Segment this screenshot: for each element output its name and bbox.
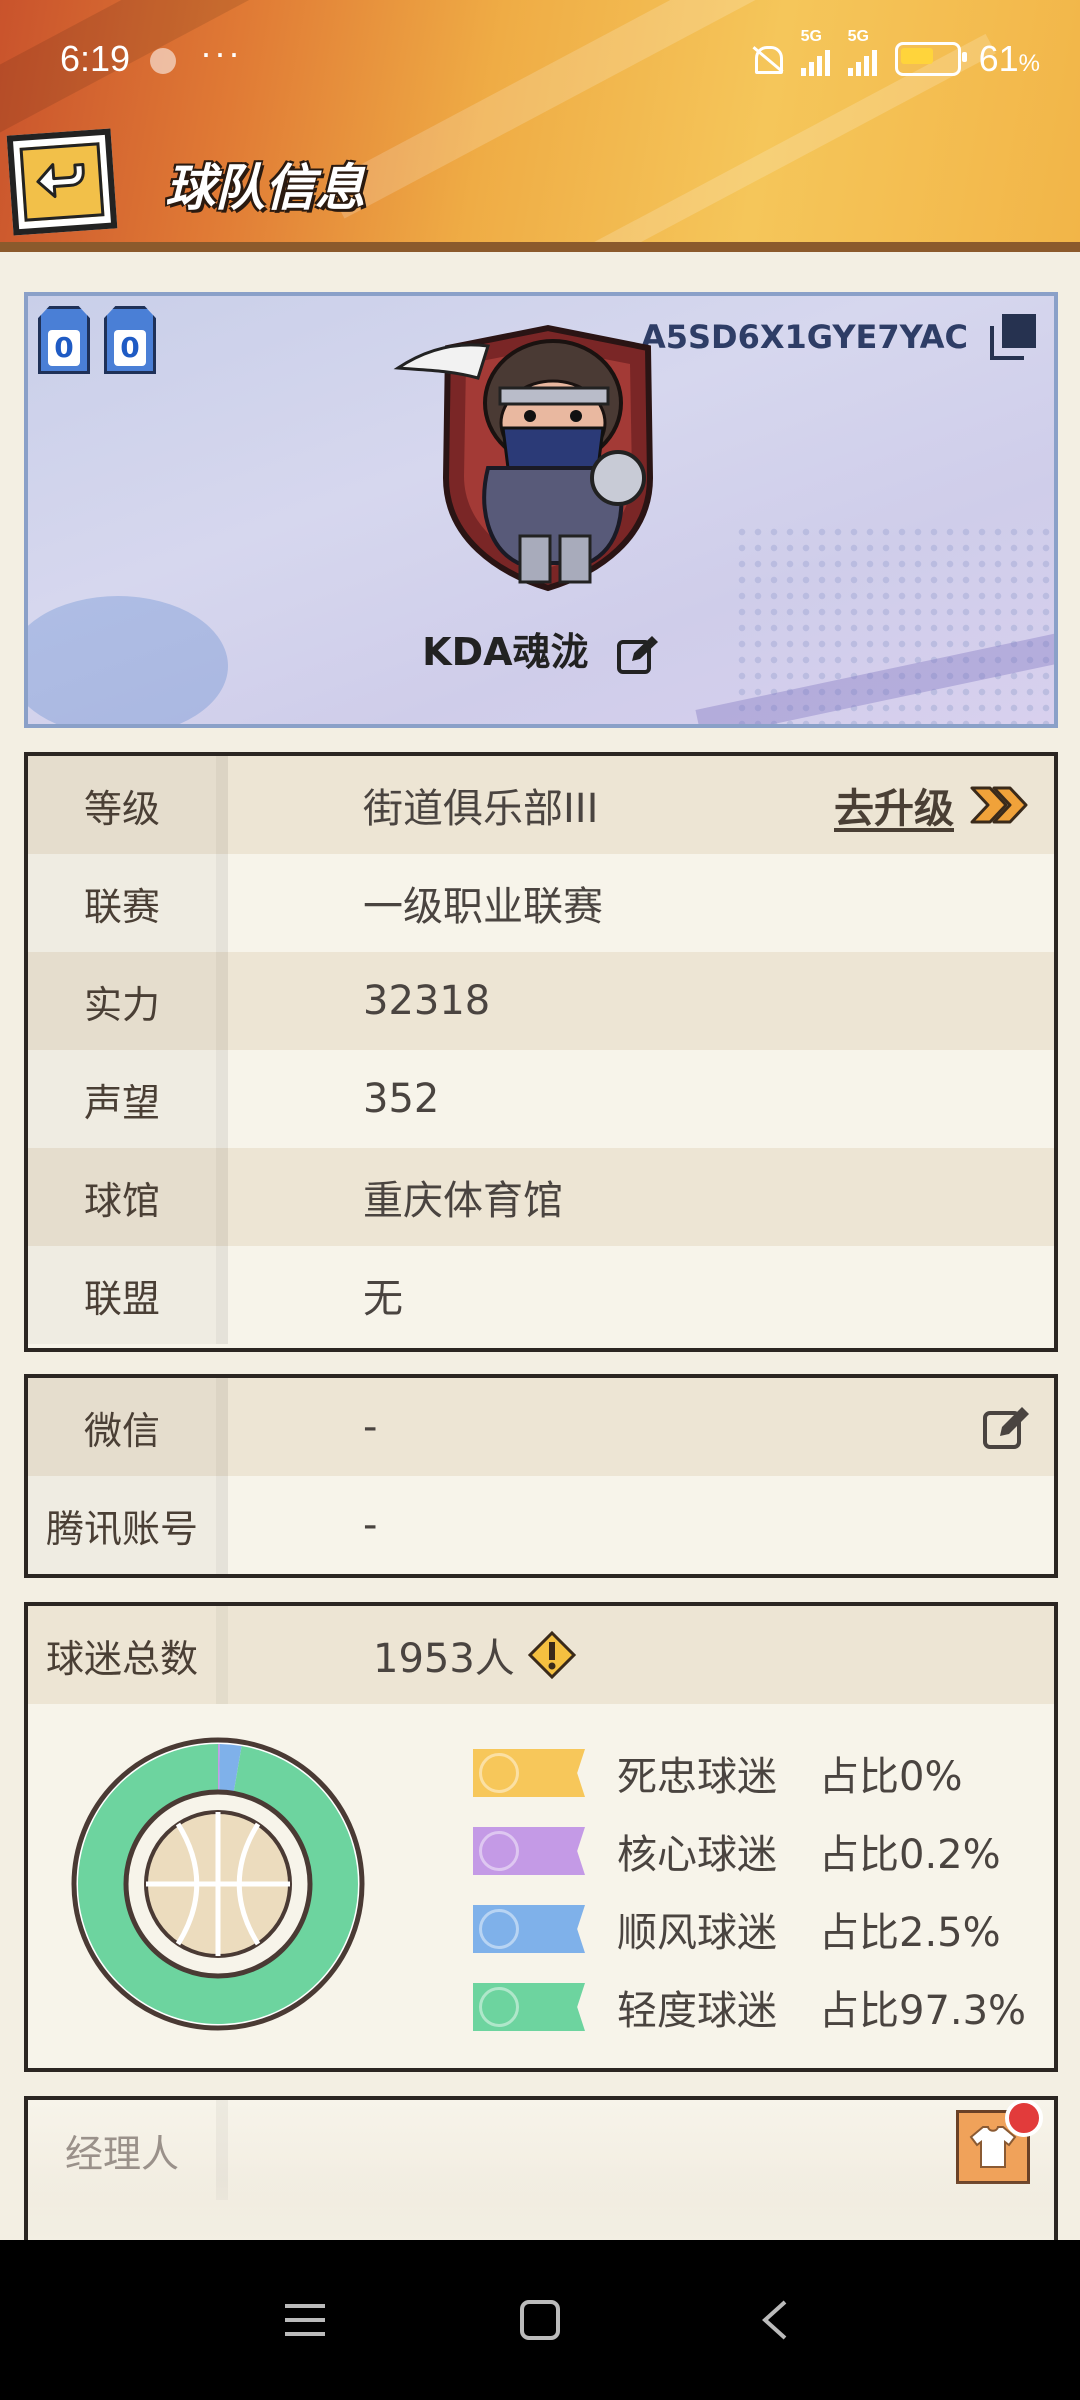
back-arrow-icon [36,163,85,199]
legend-name: 顺风球迷 [617,1910,777,1956]
fans-total: 1953人 [373,1636,515,1682]
fans-panel: 球迷总数 1953人 死忠球迷 占比0% 核心球迷 占比0.2% 顺风球迷 占比… [24,1602,1058,2072]
row-value: 街道俱乐部III [363,786,599,832]
row-label: 联赛 [28,854,228,952]
signal-icon: 5G [847,28,877,76]
back-nav-button[interactable] [740,2285,810,2355]
signal-label: 5G [847,28,869,45]
double-chevron-right-icon [970,786,1028,824]
edit-name-icon[interactable] [616,633,660,677]
battery-icon [894,42,967,76]
row-value: 无 [363,1276,403,1322]
back-button[interactable] [6,128,118,236]
jersey-icon: 0 [104,306,156,374]
back-chevron-icon [762,2300,787,2340]
upgrade-label[interactable]: 去升级 [834,776,954,834]
status-time: 6:19 [60,38,131,79]
warning-icon[interactable] [527,1630,577,1680]
info-row-strength: 实力 32318 [28,952,1054,1050]
row-value: - [363,1404,378,1450]
header-decoration [325,0,875,219]
fans-total-row: 球迷总数 1953人 [28,1606,1054,1704]
row-value: 32318 [363,978,491,1024]
row-label: 腾讯账号 [28,1476,228,1574]
info-row-prestige: 声望 352 [28,1050,1054,1148]
info-row-arena: 球馆 重庆体育馆 [28,1148,1054,1246]
legend-pct: 占比2.5% [819,1910,1001,1956]
row-value: 重庆体育馆 [363,1178,563,1224]
legend-name: 轻度球迷 [617,1988,777,2034]
menu-icon [285,2304,325,2336]
row-label: 实力 [28,952,228,1050]
row-value: 352 [363,1076,440,1122]
contact-row-tencent: 腾讯账号 - [28,1476,1054,1574]
team-avatar[interactable] [388,308,708,598]
header-divider [0,242,1080,252]
status-bar: 6:19 ··· 5G 5G 61% [0,28,1080,88]
menu-nav-button[interactable] [270,2285,340,2355]
legend-item: 顺风球迷 占比2.5% [473,1890,1026,1968]
more-notifications-icon: ··· [200,32,242,73]
info-row-level: 等级 街道俱乐部III 去升级 [28,756,1054,854]
fans-chart-area: 死忠球迷 占比0% 核心球迷 占比0.2% 顺风球迷 占比2.5% 轻度球迷 占… [28,1704,1054,2064]
row-label: 等级 [28,756,228,854]
home-nav-button[interactable] [505,2285,575,2355]
system-nav-bar [0,2240,1080,2400]
legend-swatch [473,1983,585,2031]
legend-pct: 占比0.2% [819,1832,1001,1878]
team-profile-card: 0 0 A5SD6X1GYE7YAC KDA魂泷 [24,292,1058,728]
row-label: 球迷总数 [28,1606,228,1704]
outfit-button[interactable] [956,2100,1043,2184]
home-square-icon [520,2300,560,2340]
legend-pct: 占比0% [819,1754,963,1800]
info-row-league: 联赛 一级职业联赛 [28,854,1054,952]
legend-pct: 占比97.3% [819,1988,1027,2034]
legend-item: 死忠球迷 占比0% [473,1734,1026,1812]
row-value: - [363,1502,378,1548]
team-info-table: 等级 街道俱乐部III 去升级 联赛 一级职业联赛 实力 32318 声望 35… [24,752,1058,1352]
copy-icon[interactable] [990,314,1036,360]
header-bar: 6:19 ··· 5G 5G 61% 球队信息 [0,0,1080,252]
signal-label: 5G [800,28,822,45]
contact-row-wechat: 微信 - [28,1378,1054,1476]
legend-item: 轻度球迷 占比97.3% [473,1968,1026,2046]
mute-bell-icon [749,42,783,76]
jersey-number: 0 [48,330,80,366]
app-notification-icon [150,48,176,74]
jersey-number: 0 [114,330,146,366]
team-name-row: KDA魂泷 [28,621,1054,677]
upgrade-link[interactable]: 去升级 [834,776,1030,834]
fans-legend: 死忠球迷 占比0% 核心球迷 占比0.2% 顺风球迷 占比2.5% 轻度球迷 占… [473,1734,1026,2046]
legend-swatch [473,1905,585,1953]
fans-donut-chart [71,1737,365,2031]
contact-table: 微信 - 腾讯账号 - [24,1374,1058,1578]
legend-swatch [473,1749,585,1797]
team-name: KDA魂泷 [422,630,589,674]
jersey-icon: 0 [38,306,90,374]
legend-item: 核心球迷 占比0.2% [473,1812,1026,1890]
battery-percent: 61% [978,38,1040,79]
row-label: 微信 [28,1378,228,1476]
row-value: 一级职业联赛 [363,884,603,930]
signal-icon: 5G [800,28,830,76]
row-label: 声望 [28,1050,228,1148]
row-label: 球馆 [28,1148,228,1246]
info-row-alliance: 联盟 无 [28,1246,1054,1344]
legend-swatch [473,1827,585,1875]
notification-badge [1005,2100,1043,2137]
page-title: 球队信息 [165,159,365,217]
legend-name: 核心球迷 [617,1832,777,1878]
edit-contact-icon[interactable] [982,1404,1032,1450]
row-label: 联盟 [28,1246,228,1344]
manager-panel: 经理人 [24,2096,1058,2240]
legend-name: 死忠球迷 [617,1754,777,1800]
